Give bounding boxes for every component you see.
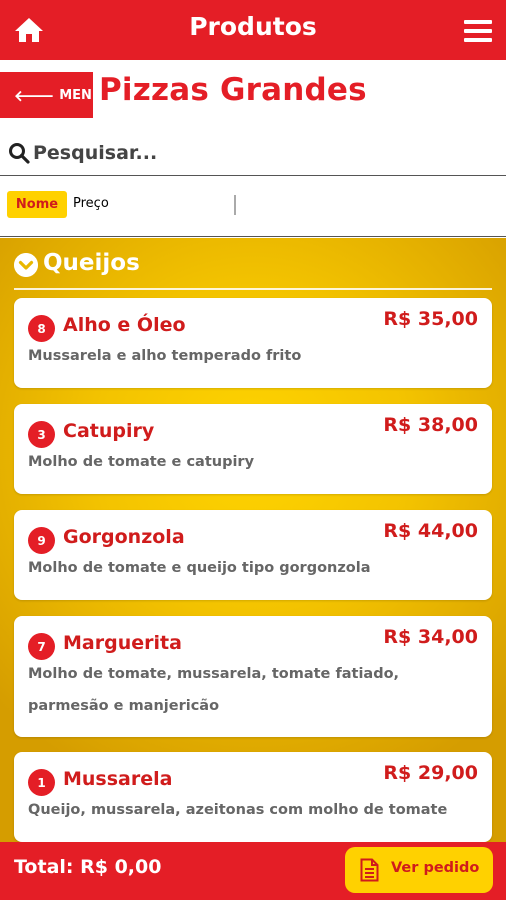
product-number-badge: 9: [28, 527, 55, 554]
search-bar: [0, 132, 506, 176]
arrow-left-icon: 🡐: [14, 86, 55, 105]
product-name: Marguerita: [63, 632, 182, 654]
product-description: Queijo, mussarela, azeitonas com molho d…: [28, 802, 448, 818]
product-price: R$ 38,00: [383, 414, 478, 436]
order-total: Total: R$ 0,00: [14, 856, 162, 878]
product-price: R$ 35,00: [383, 308, 478, 330]
product-price: R$ 34,00: [383, 626, 478, 648]
product-price: R$ 44,00: [383, 520, 478, 542]
page-title: Pizzas Grandes: [99, 72, 367, 108]
order-footer: Total: R$ 0,00 Ver pedido: [0, 842, 506, 900]
search-icon: [9, 143, 30, 164]
product-description: Molho de tomate e catupiry: [28, 454, 255, 470]
product-name: Gorgonzola: [63, 526, 185, 548]
product-name: Catupiry: [63, 420, 155, 442]
sort-bar: Nome Preço: [0, 177, 506, 237]
product-number-badge: 7: [28, 633, 55, 660]
document-icon: [360, 858, 379, 882]
back-to-menu-button[interactable]: 🡐 MENU: [0, 72, 103, 118]
product-number-badge: 1: [28, 769, 55, 796]
product-price: R$ 29,00: [383, 762, 478, 784]
product-description: Molho de tomate, mussarela, tomate fatia…: [28, 666, 400, 714]
sort-by-name-button[interactable]: Nome: [7, 191, 67, 218]
product-card[interactable]: 3 Catupiry R$ 38,00 Molho de tomate e ca…: [14, 404, 492, 494]
view-order-label: Ver pedido: [391, 860, 480, 876]
hamburger-menu-icon[interactable]: [464, 20, 492, 42]
product-description: Molho de tomate e queijo tipo gorgonzola: [28, 560, 371, 576]
product-name: Alho e Óleo: [63, 314, 186, 336]
menu-button-label: MENU: [59, 87, 103, 103]
app-header: Produtos: [0, 0, 506, 60]
search-input[interactable]: [33, 138, 493, 168]
product-card[interactable]: 9 Gorgonzola R$ 44,00 Molho de tomate e …: [14, 510, 492, 600]
product-name: Mussarela: [63, 768, 173, 790]
product-description: Mussarela e alho temperado frito: [28, 348, 302, 364]
view-order-button[interactable]: Ver pedido: [345, 847, 493, 893]
product-card[interactable]: 8 Alho e Óleo R$ 35,00 Mussarela e alho …: [14, 298, 492, 388]
sort-divider: [234, 195, 236, 215]
category-name: Queijos: [43, 250, 140, 276]
category-header[interactable]: Queijos: [14, 250, 492, 290]
product-card[interactable]: 1 Mussarela R$ 29,00 Queijo, mussarela, …: [14, 752, 492, 842]
product-list[interactable]: Queijos 8 Alho e Óleo R$ 35,00 Mussarela…: [0, 238, 506, 842]
product-card[interactable]: 7 Marguerita R$ 34,00 Molho de tomate, m…: [14, 616, 492, 737]
product-number-badge: 8: [28, 315, 55, 342]
chevron-down-circle-icon: [14, 253, 38, 277]
sort-by-price-button[interactable]: Preço: [73, 196, 109, 211]
product-number-badge: 3: [28, 421, 55, 448]
header-title: Produtos: [189, 12, 317, 41]
